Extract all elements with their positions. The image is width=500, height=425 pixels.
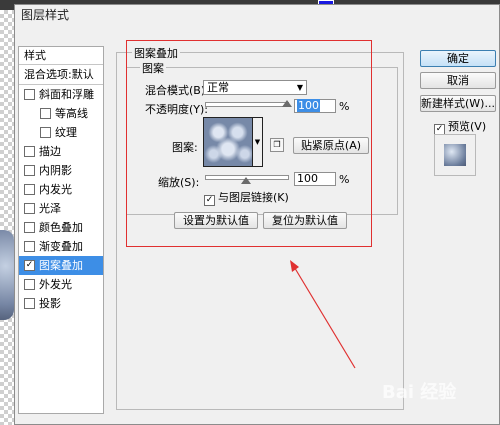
watermark: Bai 经验 <box>382 382 457 403</box>
annotation-arrow <box>290 260 356 369</box>
